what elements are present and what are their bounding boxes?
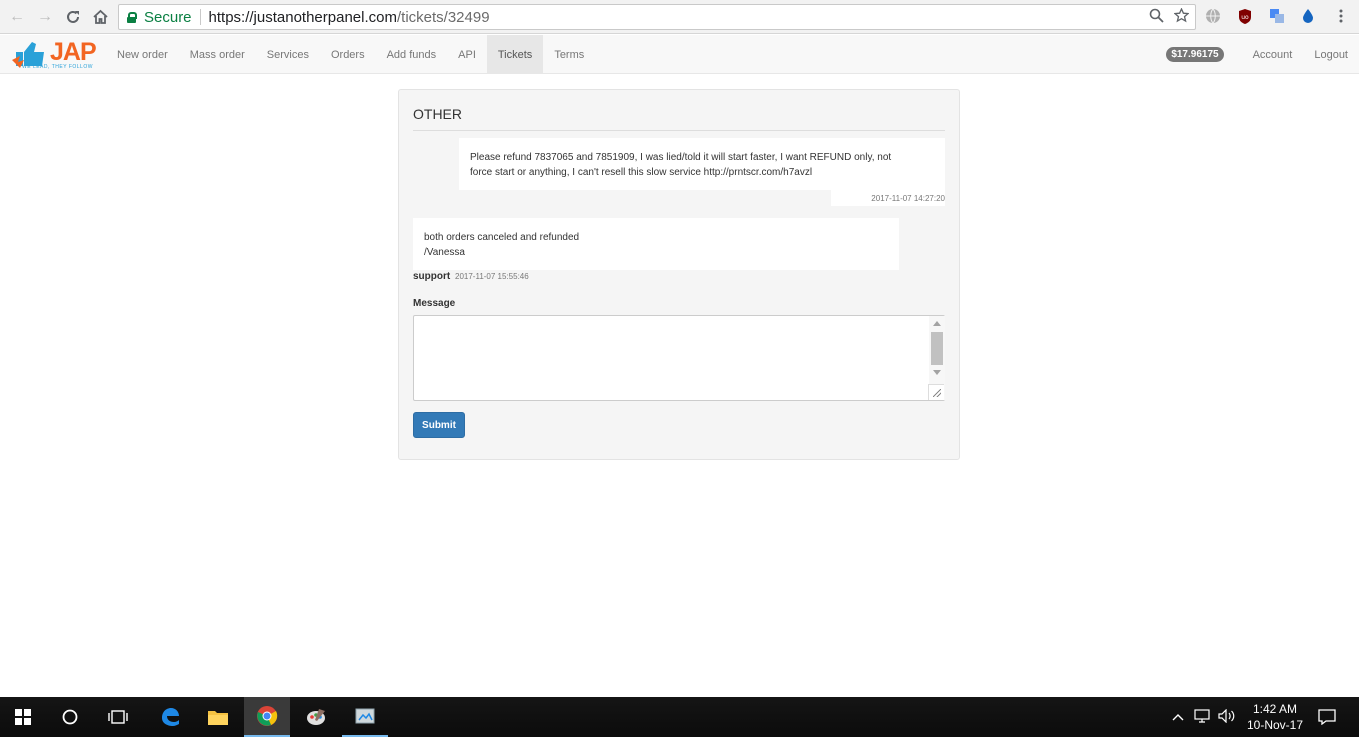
nav-orders[interactable]: Orders: [320, 35, 376, 74]
scroll-up-icon[interactable]: [933, 321, 941, 326]
back-icon[interactable]: ←: [6, 6, 28, 28]
url-path: /tickets/32499: [396, 8, 490, 26]
nav-new-order[interactable]: New order: [106, 35, 179, 74]
message-author: support: [413, 271, 451, 282]
taskbar-clock[interactable]: 1:42 AM 10-Nov-17: [1240, 701, 1310, 733]
support-message: both orders canceled and refunded /Vanes…: [413, 218, 899, 270]
ublock-extension-icon[interactable]: uo: [1235, 6, 1255, 26]
ticket-subject: OTHER: [413, 106, 462, 122]
reload-icon[interactable]: [62, 6, 84, 28]
message-textarea[interactable]: [413, 315, 945, 401]
nav-terms[interactable]: Terms: [543, 35, 595, 74]
translate-extension-icon[interactable]: [1267, 6, 1287, 26]
url-text[interactable]: https://justanotherpanel.com/tickets/324…: [209, 9, 490, 26]
nav-account[interactable]: Account: [1242, 35, 1304, 74]
secure-label: Secure: [144, 8, 192, 26]
nav-add-funds[interactable]: Add funds: [376, 35, 448, 74]
balance-badge: $17.96175: [1166, 47, 1224, 62]
support-message-time: 2017-11-07 15:55:46: [455, 272, 529, 281]
task-view-icon[interactable]: [95, 697, 141, 737]
logo-tagline: WE LEAD, THEY FOLLOW: [22, 64, 93, 70]
user-message: Please refund 7837065 and 7851909, I was…: [459, 138, 945, 190]
divider: [413, 130, 945, 131]
message-label: Message: [413, 298, 456, 309]
lock-icon: [127, 11, 137, 23]
resize-grip-icon[interactable]: [928, 384, 944, 400]
cortana-icon[interactable]: [47, 697, 93, 737]
user-message-time: 2017-11-07 14:27:20: [831, 190, 945, 206]
ticket-panel: OTHER Please refund 7837065 and 7851909,…: [398, 89, 960, 460]
chrome-icon[interactable]: [244, 697, 290, 737]
network-icon[interactable]: [1194, 708, 1210, 726]
scroll-thumb[interactable]: [931, 332, 943, 365]
paint-icon[interactable]: [293, 697, 339, 737]
nav-logout[interactable]: Logout: [1303, 35, 1359, 74]
edge-icon[interactable]: [147, 697, 193, 737]
menu-dots-icon[interactable]: [1331, 6, 1351, 26]
message-line: both orders canceled and refunded: [424, 232, 580, 243]
url-base: https://justanotherpanel.com: [208, 8, 397, 26]
nav-mass-order[interactable]: Mass order: [179, 35, 256, 74]
nav-tickets[interactable]: Tickets: [486, 35, 544, 74]
nav-api[interactable]: API: [447, 35, 487, 74]
windows-taskbar: 1:42 AM 10-Nov-17: [0, 697, 1359, 737]
file-explorer-icon[interactable]: [195, 697, 241, 737]
message-line: Please refund 7837065 and 7851909, I was…: [470, 152, 892, 163]
bookmark-star-icon[interactable]: [1173, 7, 1190, 27]
support-message-meta: support 2017-11-07 15:55:46: [413, 271, 529, 282]
forward-icon[interactable]: →: [34, 6, 56, 28]
nav-services[interactable]: Services: [256, 35, 320, 74]
tray-chevron-up-icon[interactable]: [1172, 710, 1184, 724]
scroll-down-icon[interactable]: [933, 370, 941, 375]
submit-button[interactable]: Submit: [413, 412, 465, 438]
secure-indicator[interactable]: Secure: [119, 9, 192, 26]
home-icon[interactable]: [89, 6, 111, 28]
clock-time: 1:42 AM: [1252, 702, 1298, 716]
message-line: /Vanessa: [424, 247, 465, 258]
windows-start-icon[interactable]: [0, 697, 46, 737]
zoom-icon[interactable]: [1149, 8, 1164, 27]
site-navbar: JAP WE LEAD, THEY FOLLOW New order Mass …: [0, 35, 1359, 74]
nav-right: $17.96175 Account Logout: [1166, 35, 1359, 74]
system-tray: [1172, 697, 1236, 737]
clock-date: 10-Nov-17: [1246, 718, 1304, 732]
browser-toolbar: ← → Secure https://justanotherpanel.com/…: [0, 0, 1359, 34]
drop-extension-icon[interactable]: [1298, 6, 1318, 26]
address-bar[interactable]: Secure https://justanotherpanel.com/tick…: [118, 4, 1196, 30]
logo-text: JAP: [50, 38, 97, 66]
message-line: force start or anything, I can't resell …: [470, 167, 813, 178]
globe-extension-icon[interactable]: [1203, 6, 1223, 26]
svg-text:uo: uo: [1241, 14, 1249, 21]
action-center-icon[interactable]: [1304, 697, 1350, 737]
url-separator: [199, 9, 201, 25]
volume-icon[interactable]: [1218, 708, 1236, 726]
main-nav: New order Mass order Services Orders Add…: [106, 35, 595, 74]
snipping-tool-icon[interactable]: [342, 697, 388, 737]
site-logo[interactable]: JAP WE LEAD, THEY FOLLOW: [10, 37, 100, 72]
